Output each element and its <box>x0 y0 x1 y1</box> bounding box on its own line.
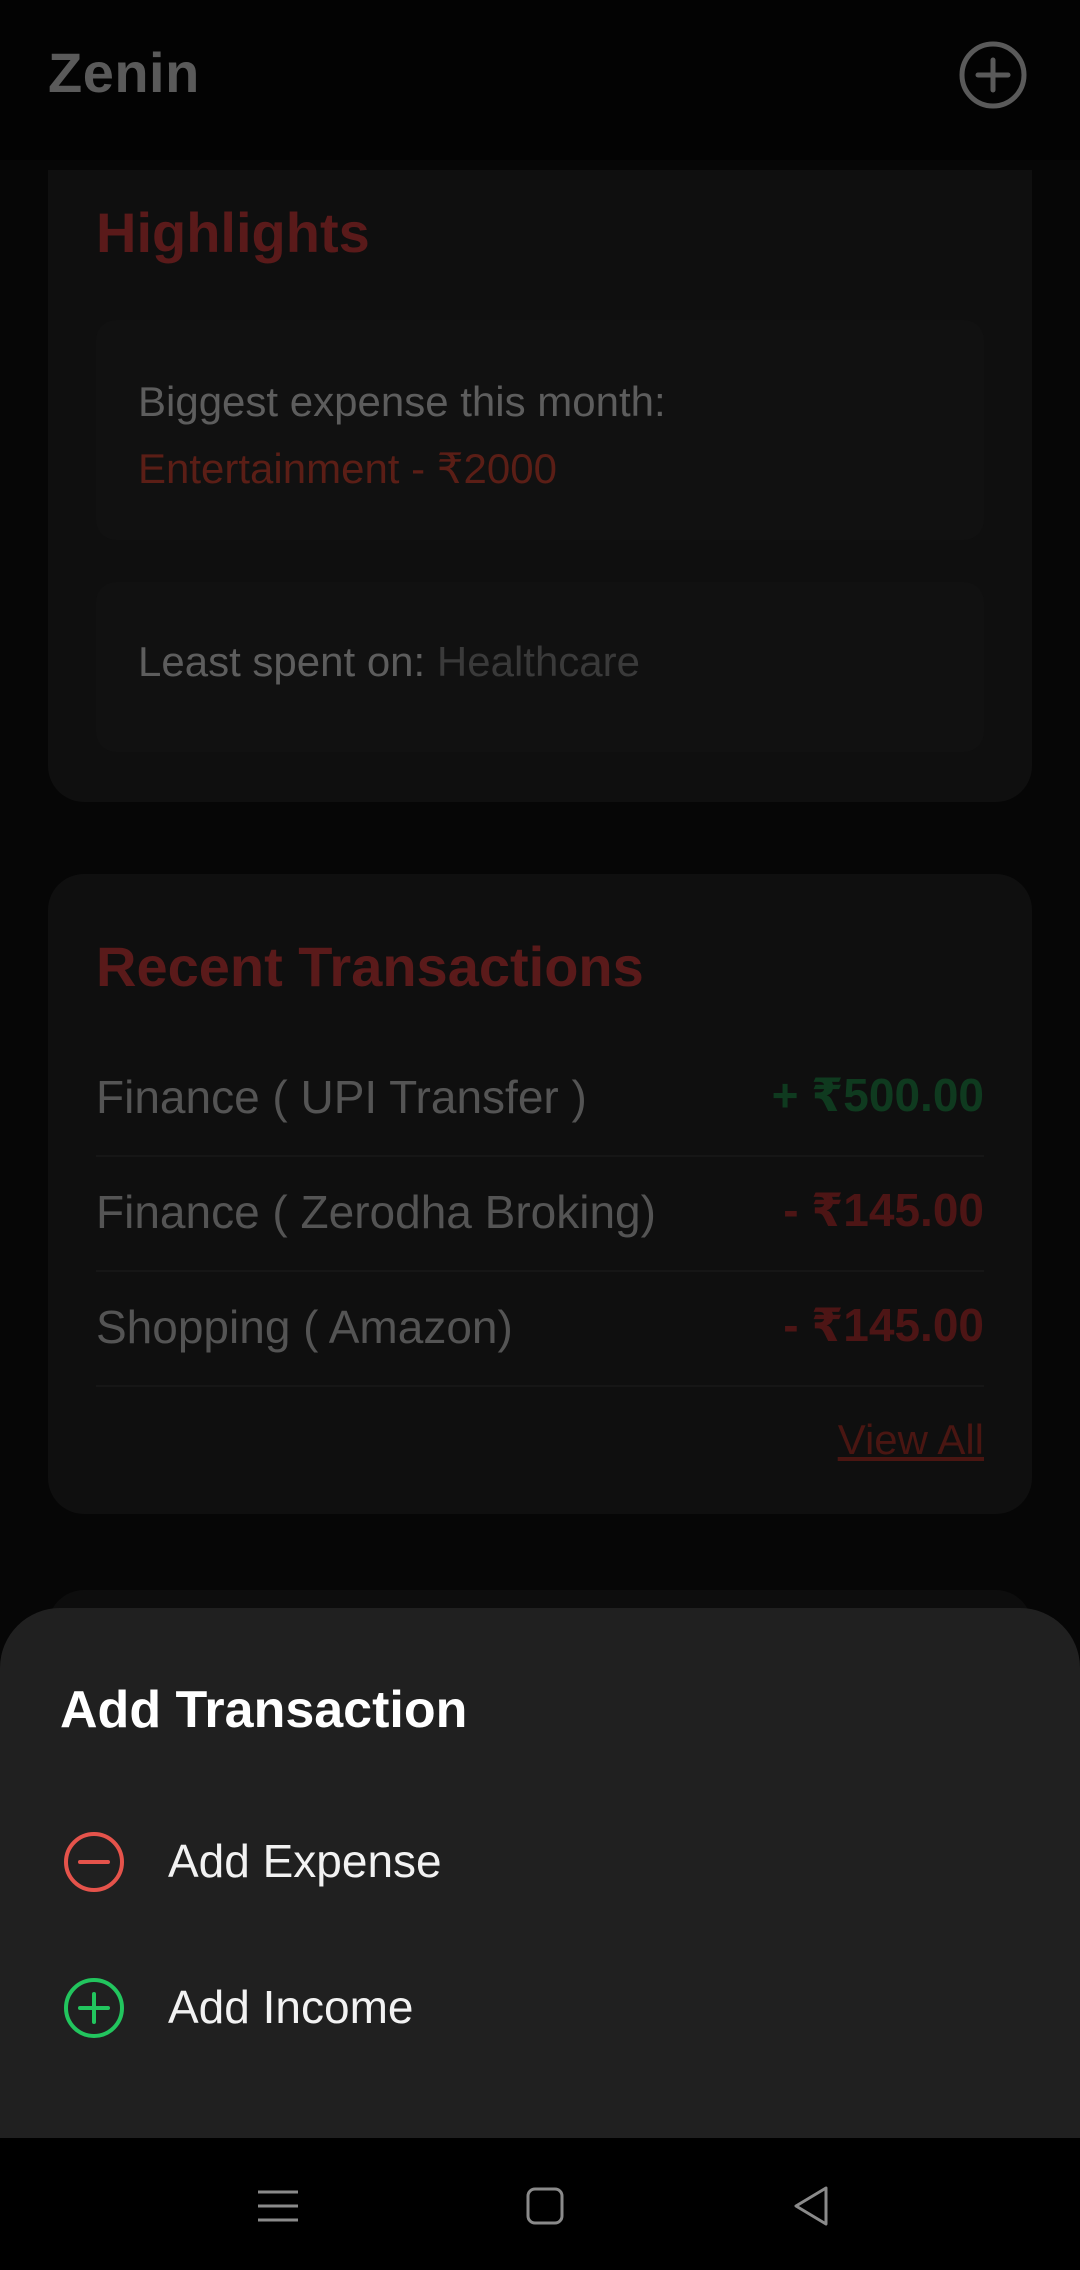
recent-transactions-title: Recent Transactions <box>96 935 644 998</box>
add-transaction-sheet: Add Transaction Add Expense Add Income <box>0 1608 1080 2138</box>
add-expense-option[interactable]: Add Expense <box>0 1800 1080 1920</box>
back-triangle-icon[interactable] <box>784 2178 840 2234</box>
transaction-row[interactable]: Shopping ( Amazon) - ₹145.00 <box>96 1272 984 1387</box>
transaction-row[interactable]: Finance ( UPI Transfer ) + ₹500.00 <box>96 1042 984 1157</box>
add-income-label: Add Income <box>168 1981 414 2033</box>
transaction-amount: - ₹145.00 <box>783 1184 984 1236</box>
add-income-option[interactable]: Add Income <box>0 1946 1080 2066</box>
biggest-expense-value: Entertainment - ₹2000 <box>138 445 557 492</box>
view-all-link[interactable]: View All <box>838 1416 984 1464</box>
recent-transactions-card: Recent Transactions Finance ( UPI Transf… <box>48 874 1032 1514</box>
app-bar: Zenin <box>0 0 1080 160</box>
transaction-row[interactable]: Finance ( Zerodha Broking) - ₹145.00 <box>96 1157 984 1272</box>
home-square-icon[interactable] <box>517 2178 573 2234</box>
least-spent-label: Least spent on: <box>138 638 426 685</box>
biggest-expense-label: Biggest expense this month: <box>138 378 666 425</box>
add-transaction-button[interactable] <box>958 40 1028 110</box>
transaction-label: Finance ( UPI Transfer ) <box>96 1071 587 1123</box>
app-title: Zenin <box>48 41 200 104</box>
system-nav-bar <box>0 2138 1080 2270</box>
transaction-amount: - ₹145.00 <box>783 1299 984 1351</box>
add-expense-label: Add Expense <box>168 1835 442 1887</box>
transaction-label: Finance ( Zerodha Broking) <box>96 1186 656 1238</box>
plus-circle-icon <box>959 41 1027 109</box>
screen: Zenin Highlights Biggest expense this mo… <box>0 0 1080 2270</box>
plus-circle-icon <box>64 1978 124 2038</box>
highlights-title: Highlights <box>96 201 370 264</box>
menu-icon[interactable] <box>250 2178 306 2234</box>
biggest-expense-box <box>96 320 984 540</box>
transaction-amount: + ₹500.00 <box>771 1069 984 1121</box>
transaction-label: Shopping ( Amazon) <box>96 1301 513 1353</box>
highlights-card: Highlights Biggest expense this month: E… <box>48 170 1032 802</box>
least-spent-row: Least spent on: Healthcare <box>138 638 640 686</box>
minus-circle-icon <box>64 1832 124 1892</box>
least-spent-value: Healthcare <box>436 638 640 685</box>
sheet-title: Add Transaction <box>60 1681 468 1739</box>
